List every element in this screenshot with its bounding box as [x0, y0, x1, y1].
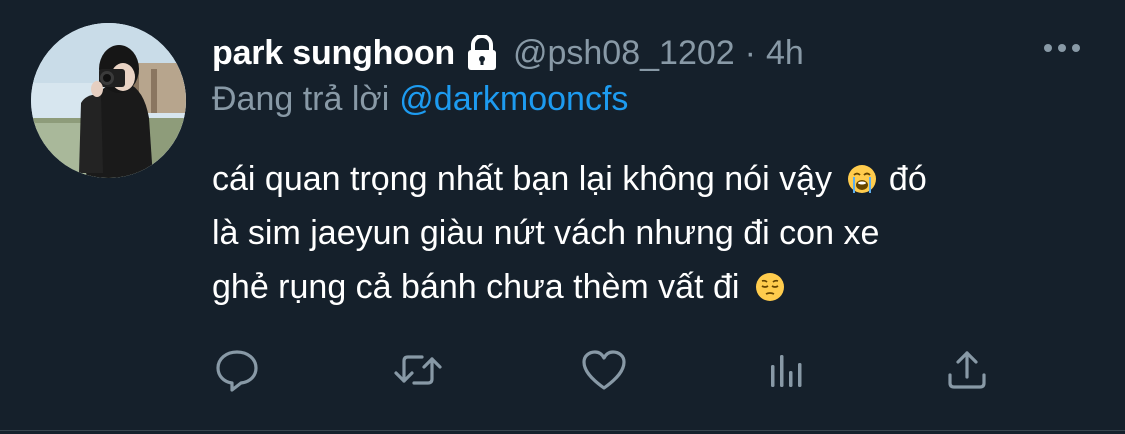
loudly-crying-face-emoji — [847, 156, 877, 193]
reply-mention-link[interactable]: @darkmooncfs — [399, 80, 628, 118]
divider — [0, 430, 1125, 431]
analytics-icon — [763, 347, 809, 398]
retweet-button[interactable] — [392, 346, 444, 398]
timestamp[interactable]: 4h — [766, 34, 804, 73]
user-handle[interactable]: @psh08_1202 — [513, 34, 735, 73]
like-button[interactable] — [578, 346, 630, 398]
reply-icon — [214, 347, 260, 398]
reply-context: Đang trả lời @darkmooncfs — [212, 80, 628, 119]
retweet-icon — [392, 347, 444, 398]
tweet-card[interactable]: park sunghoon @psh08_1202 · 4h Đang trả … — [0, 0, 1125, 434]
tweet-text-line: cái quan trọng nhất bạn lại không nói vậ… — [212, 152, 1092, 206]
pensive-face-emoji — [755, 264, 785, 301]
analytics-button[interactable] — [760, 346, 812, 398]
tweet-header: park sunghoon @psh08_1202 · 4h — [212, 30, 804, 76]
tweet-text-segment: cái quan trọng nhất bạn lại không nói vậ… — [212, 160, 833, 198]
share-icon — [944, 347, 990, 398]
display-name[interactable]: park sunghoon — [212, 34, 455, 73]
separator-dot: · — [744, 33, 756, 72]
tweet-text: cái quan trọng nhất bạn lại không nói vậ… — [212, 152, 1092, 314]
avatar[interactable] — [31, 23, 186, 178]
reply-prefix: Đang trả lời — [212, 80, 390, 118]
tweet-text-line: ghẻ rụng cả bánh chưa thèm vất đi — [212, 260, 1092, 314]
share-button[interactable] — [941, 346, 993, 398]
tweet-text-segment: ghẻ rụng cả bánh chưa thèm vất đi — [212, 268, 740, 306]
lock-icon — [465, 34, 499, 71]
reply-button[interactable] — [211, 346, 263, 398]
tweet-text-line: là sim jaeyun giàu nứt vách nhưng đi con… — [212, 214, 880, 252]
tweet-actions — [0, 346, 1125, 406]
tweet-text-segment: đó — [888, 160, 927, 198]
more-horizontal-icon[interactable] — [1040, 38, 1084, 58]
heart-icon — [580, 347, 628, 398]
